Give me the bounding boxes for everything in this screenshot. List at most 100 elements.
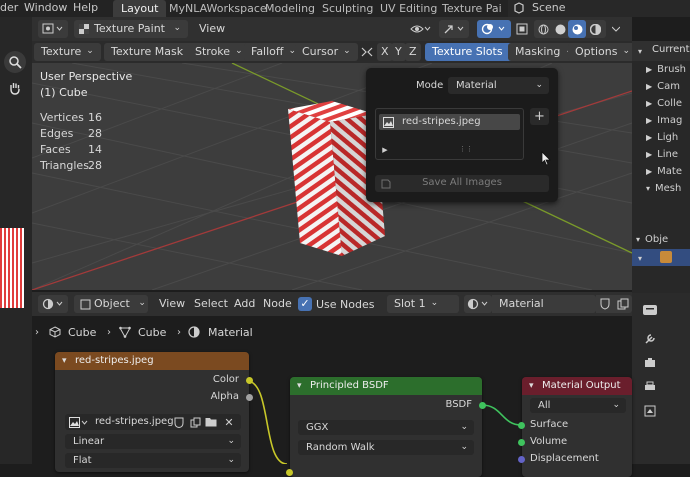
stat-edges-value: 28	[88, 127, 102, 140]
mirror-z-toggle[interactable]: Z	[405, 43, 421, 61]
volume-input-socket[interactable]	[518, 439, 525, 446]
overlays-toggle-icon[interactable]	[477, 20, 511, 38]
use-nodes-checkbox[interactable]: ✓	[298, 297, 312, 311]
properties-editor-icon[interactable]	[642, 303, 658, 317]
scene-icon	[512, 1, 526, 15]
outliner-item-brushes[interactable]: ▶ Brush	[646, 61, 686, 78]
material-slot-dropdown[interactable]: Slot 1	[387, 295, 459, 313]
bsdf-base-color-socket[interactable]	[286, 469, 293, 476]
output-node-title: Material Output	[542, 380, 621, 391]
fake-user-shield-icon[interactable]	[596, 295, 614, 313]
menu-render[interactable]: der	[0, 0, 18, 17]
displacement-input-label: Displacement	[530, 453, 599, 464]
visibility-eye-icon[interactable]	[406, 20, 436, 38]
mouse-pointer-icon	[540, 150, 552, 166]
image-node-header[interactable]: red-stripes.jpeg	[55, 352, 249, 370]
bsdf-node-header[interactable]: Principled BSDF	[290, 377, 482, 395]
view-layer-icon[interactable]	[642, 403, 658, 419]
distribution-dropdown[interactable]: GGX	[298, 420, 474, 435]
texture-mask-label: Texture Mask	[111, 45, 184, 58]
outliner-item-lights[interactable]: ▶ Ligh	[646, 129, 678, 146]
menu-window[interactable]: Window	[24, 0, 67, 17]
tab-texture-paint[interactable]: Texture Pai	[442, 0, 502, 17]
menu-help[interactable]: Help	[73, 0, 98, 17]
xray-toggle-icon[interactable]	[514, 20, 530, 38]
material-sphere-icon	[187, 325, 201, 339]
options-dropdown[interactable]: Options	[568, 43, 637, 61]
outliner-item-line-styles[interactable]: ▶ Line	[646, 146, 678, 163]
outliner-item-meshes[interactable]: ▾ Mesh	[646, 180, 681, 197]
duplicate-image-icon[interactable]	[189, 416, 201, 428]
breadcrumb-chevron-icon: ›	[35, 326, 39, 338]
projection-dropdown[interactable]: Flat	[65, 453, 241, 468]
shading-options-chevron-icon[interactable]	[610, 20, 622, 38]
node-node-menu[interactable]: Node	[256, 295, 299, 313]
unlink-x-icon[interactable]: ✕	[223, 416, 235, 429]
rendered-shading-icon[interactable]	[589, 23, 601, 35]
expand-icon[interactable]: ▾	[636, 46, 644, 56]
zoom-icon[interactable]	[4, 51, 26, 73]
outliner-item-objects[interactable]: ▾ Obje	[636, 231, 668, 248]
solid-shading-icon[interactable]	[554, 23, 566, 35]
material-browse-icon[interactable]	[464, 295, 492, 313]
image-browse-icon[interactable]	[68, 416, 90, 428]
expand-triangle-icon[interactable]: ▶	[381, 146, 389, 154]
tab-mynlaworkspace[interactable]: MyNLAWorkspace	[169, 0, 267, 17]
material-preview-shading-icon[interactable]	[568, 20, 586, 38]
save-all-images-button[interactable]: Save All Images	[375, 175, 549, 192]
interpolation-dropdown[interactable]: Linear	[65, 434, 241, 449]
texture-slot-item[interactable]: red-stripes.jpeg	[379, 114, 520, 130]
tab-modeling[interactable]: Modeling	[265, 0, 315, 17]
displacement-input-socket[interactable]	[518, 456, 525, 463]
outliner-item-collections[interactable]: ▶ Colle	[646, 95, 682, 112]
duplicate-material-icon[interactable]	[614, 295, 632, 313]
image-color-socket[interactable]	[246, 377, 253, 384]
output-target-dropdown[interactable]: All	[530, 398, 626, 413]
tool-wrench-icon[interactable]	[642, 331, 658, 347]
stroke-dropdown[interactable]: Stroke	[188, 43, 250, 61]
outliner-active-row[interactable]: ▾	[632, 249, 690, 266]
tool-strip	[0, 17, 32, 464]
render-camera-icon[interactable]	[642, 355, 658, 371]
mirror-y-toggle[interactable]: Y	[391, 43, 406, 61]
material-output-node[interactable]: Material Output All Surface Volume Displ…	[518, 377, 632, 477]
fake-user-shield-icon[interactable]	[173, 416, 185, 428]
material-name-field[interactable]: Material	[492, 295, 596, 313]
hand-pan-icon[interactable]	[4, 77, 26, 99]
texture-dropdown[interactable]: Texture	[34, 43, 101, 61]
image-texture-node[interactable]: red-stripes.jpeg Color Alpha red-stripes…	[55, 352, 253, 472]
open-folder-icon[interactable]	[205, 416, 217, 428]
gizmo-toggle-icon[interactable]	[439, 20, 469, 38]
outliner-label: Obje	[645, 234, 669, 245]
output-node-header[interactable]: Material Output	[522, 377, 632, 395]
shader-type-dropdown[interactable]: Object	[74, 295, 148, 313]
outliner-item-images[interactable]: ▶ Imag	[646, 112, 682, 129]
node-editor-canvas[interactable]: red-stripes.jpeg Color Alpha red-stripes…	[32, 346, 632, 477]
popup-mode-dropdown[interactable]: Material	[448, 77, 549, 94]
output-printer-icon[interactable]	[642, 379, 658, 395]
use-nodes-label: Use Nodes	[316, 298, 375, 311]
surface-input-label: Surface	[530, 419, 569, 430]
breadcrumb-mesh: Cube	[138, 326, 167, 339]
wireframe-shading-icon[interactable]	[537, 23, 549, 35]
editor-type-icon[interactable]	[38, 295, 68, 313]
surface-input-socket[interactable]	[518, 422, 525, 429]
view-menu[interactable]: View	[192, 20, 232, 38]
tab-uv-editing[interactable]: UV Editing	[380, 0, 437, 17]
editor-type-icon[interactable]	[38, 20, 68, 38]
image-datablock-field[interactable]: red-stripes.jpeg ✕	[65, 414, 241, 430]
bsdf-output-socket[interactable]	[479, 402, 486, 409]
tab-sculpting[interactable]: Sculpting	[322, 0, 373, 17]
outliner-item-cameras[interactable]: ▶ Cam	[646, 78, 680, 95]
subsurface-method-dropdown[interactable]: Random Walk	[298, 440, 474, 455]
cursor-dropdown[interactable]: Cursor	[295, 43, 358, 61]
image-alpha-socket[interactable]	[246, 394, 253, 401]
mode-dropdown[interactable]: Texture Paint	[74, 20, 189, 38]
principled-bsdf-node[interactable]: Principled BSDF BSDF GGX Random Walk	[286, 377, 486, 477]
popup-mode-value: Material	[456, 80, 497, 91]
add-slot-button[interactable]: +	[530, 108, 549, 125]
scene-selector[interactable]: Scene	[508, 0, 690, 17]
outliner-item-materials[interactable]: ▶ Mate	[646, 163, 682, 180]
list-resize-grip-icon[interactable]: ⋮⋮	[459, 145, 473, 153]
tab-layout[interactable]: Layout	[113, 0, 167, 17]
